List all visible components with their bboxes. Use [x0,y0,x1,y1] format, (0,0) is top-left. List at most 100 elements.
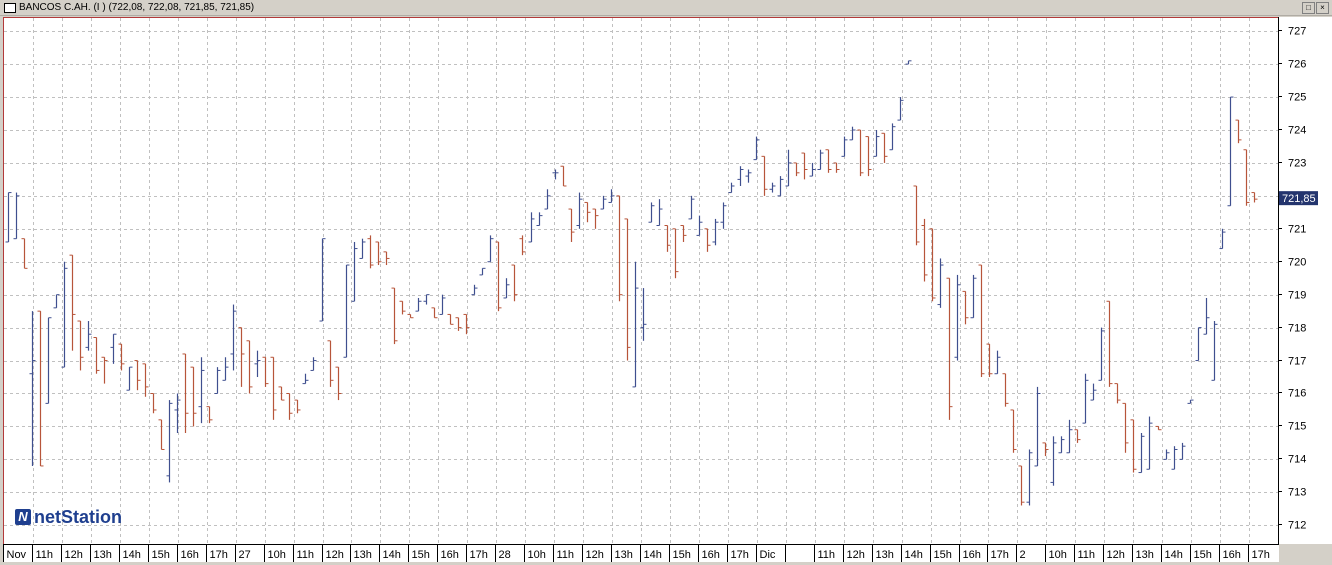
x-tick-label: 14h [123,549,141,561]
ohlc-bar [1050,436,1057,486]
ohlc-chart[interactable] [4,18,1278,545]
x-tick-label: 2 [1020,549,1026,561]
window-menu-icon[interactable] [4,3,16,13]
ohlc-bar [85,321,92,351]
x-tick-label: 14h [383,549,401,561]
ohlc-bar [214,367,221,394]
ohlc-bar [439,294,446,315]
ohlc-bar [174,393,181,434]
ohlc-bar [632,261,639,388]
ohlc-bar [150,392,157,414]
x-tick-label: 12h [1107,549,1125,561]
ohlc-bar [576,192,583,229]
ohlc-bar [696,215,703,236]
ohlc-bar [431,307,438,319]
x-tick-label: 13h [876,549,894,561]
y-tick-label: 712 [1288,520,1306,532]
x-tick-label: 15h [152,549,170,561]
ohlc-bar [367,235,374,269]
y-tick-label: 725 [1288,92,1306,104]
ohlc-bar [1187,399,1194,404]
ohlc-bar [865,136,872,177]
x-tick-label: 14h [1165,549,1183,561]
ohlc-bar [45,317,52,404]
ohlc-bar [793,162,800,177]
ohlc-bar [1130,419,1137,473]
ohlc-bar [946,277,953,420]
x-tick-label: 11h [36,549,54,561]
ohlc-bar [608,189,615,203]
ohlc-bar [1066,419,1073,454]
ohlc-bar [351,241,358,302]
ohlc-bar [118,343,125,371]
x-tick-label: 12h [586,549,604,561]
ohlc-bar [286,392,293,420]
x-tick-label: 11h [557,549,575,561]
ohlc-bar [841,136,848,157]
x-tick-label: Dic [760,549,776,561]
ohlc-bar [905,60,912,65]
ohlc-bar [1251,192,1258,203]
ohlc-bar [53,294,60,309]
ohlc-bar [978,264,985,378]
y-tick-label: 727 [1288,26,1306,38]
ohlc-bar [93,336,100,374]
y-tick-label: 713 [1288,487,1306,499]
close-button[interactable]: × [1316,2,1329,14]
ohlc-bar [1106,300,1113,387]
ohlc-bar [600,195,607,210]
ohlc-bar [528,212,535,243]
window-titlebar: BANCOS C.AH. (I ) (722,08, 722,08, 721,8… [0,0,1332,16]
ohlc-bar [21,238,28,269]
x-tick-label: 13h [1136,549,1154,561]
ohlc-bar [246,340,253,394]
ohlc-bar [761,155,768,196]
ohlc-bar [857,129,864,177]
ohlc-bar [1018,465,1025,506]
ohlc-bar [889,123,896,151]
restore-button[interactable]: □ [1302,2,1315,14]
y-tick-label: 716 [1288,388,1306,400]
ohlc-bar [37,310,44,467]
ohlc-bar [142,363,149,397]
x-tick-label: 16h [441,549,459,561]
ohlc-bar [737,166,744,186]
y-tick-label: 721 [1288,224,1306,236]
ohlc-bar [921,218,928,282]
chart-title: BANCOS C.AH. (I ) (722,08, 722,08, 721,8… [19,2,255,13]
ohlc-bar [1010,409,1017,453]
ohlc-bar [833,162,840,173]
logo-mark: N [15,509,31,525]
plot-area[interactable] [3,17,1279,546]
last-price-label: 721,85 [1282,193,1316,205]
ohlc-bar [182,353,189,434]
ohlc-bar [463,313,470,335]
time-axis[interactable]: Nov 11h 12h 13h 14h 15h 16h 17h 27 10h 11h 12h 13h 14… [3,544,1279,562]
ohlc-bar [471,284,478,296]
ohlc-bar [592,208,599,229]
x-tick-label: 10h [1049,549,1067,561]
x-tick-label: 10h [528,549,546,561]
ohlc-bar [704,228,711,252]
ohlc-bar [519,235,526,256]
ohlc-bar [568,208,575,242]
x-tick-label: 27 [239,549,251,561]
ohlc-bar [672,228,679,279]
ohlc-bar [134,360,141,391]
y-tick-label: 715 [1288,421,1306,433]
price-axis[interactable]: 7127137147157167177187197207217227237247… [1278,17,1332,544]
x-tick-label: 10h [268,549,286,561]
ohlc-bar [712,218,719,246]
ohlc-bar [849,126,856,141]
x-tick-label: 16h [963,549,981,561]
ohlc-bar [1155,425,1162,431]
x-tick-label: 16h [181,549,199,561]
ohlc-bar [929,228,936,302]
ohlc-bar [962,290,969,325]
ohlc-bar [423,294,430,305]
x-tick-label: 17h [470,549,488,561]
x-tick-label: 15h [1194,549,1212,561]
ohlc-bar [391,287,398,345]
ohlc-bar [1235,119,1242,144]
ohlc-bar [415,297,422,312]
